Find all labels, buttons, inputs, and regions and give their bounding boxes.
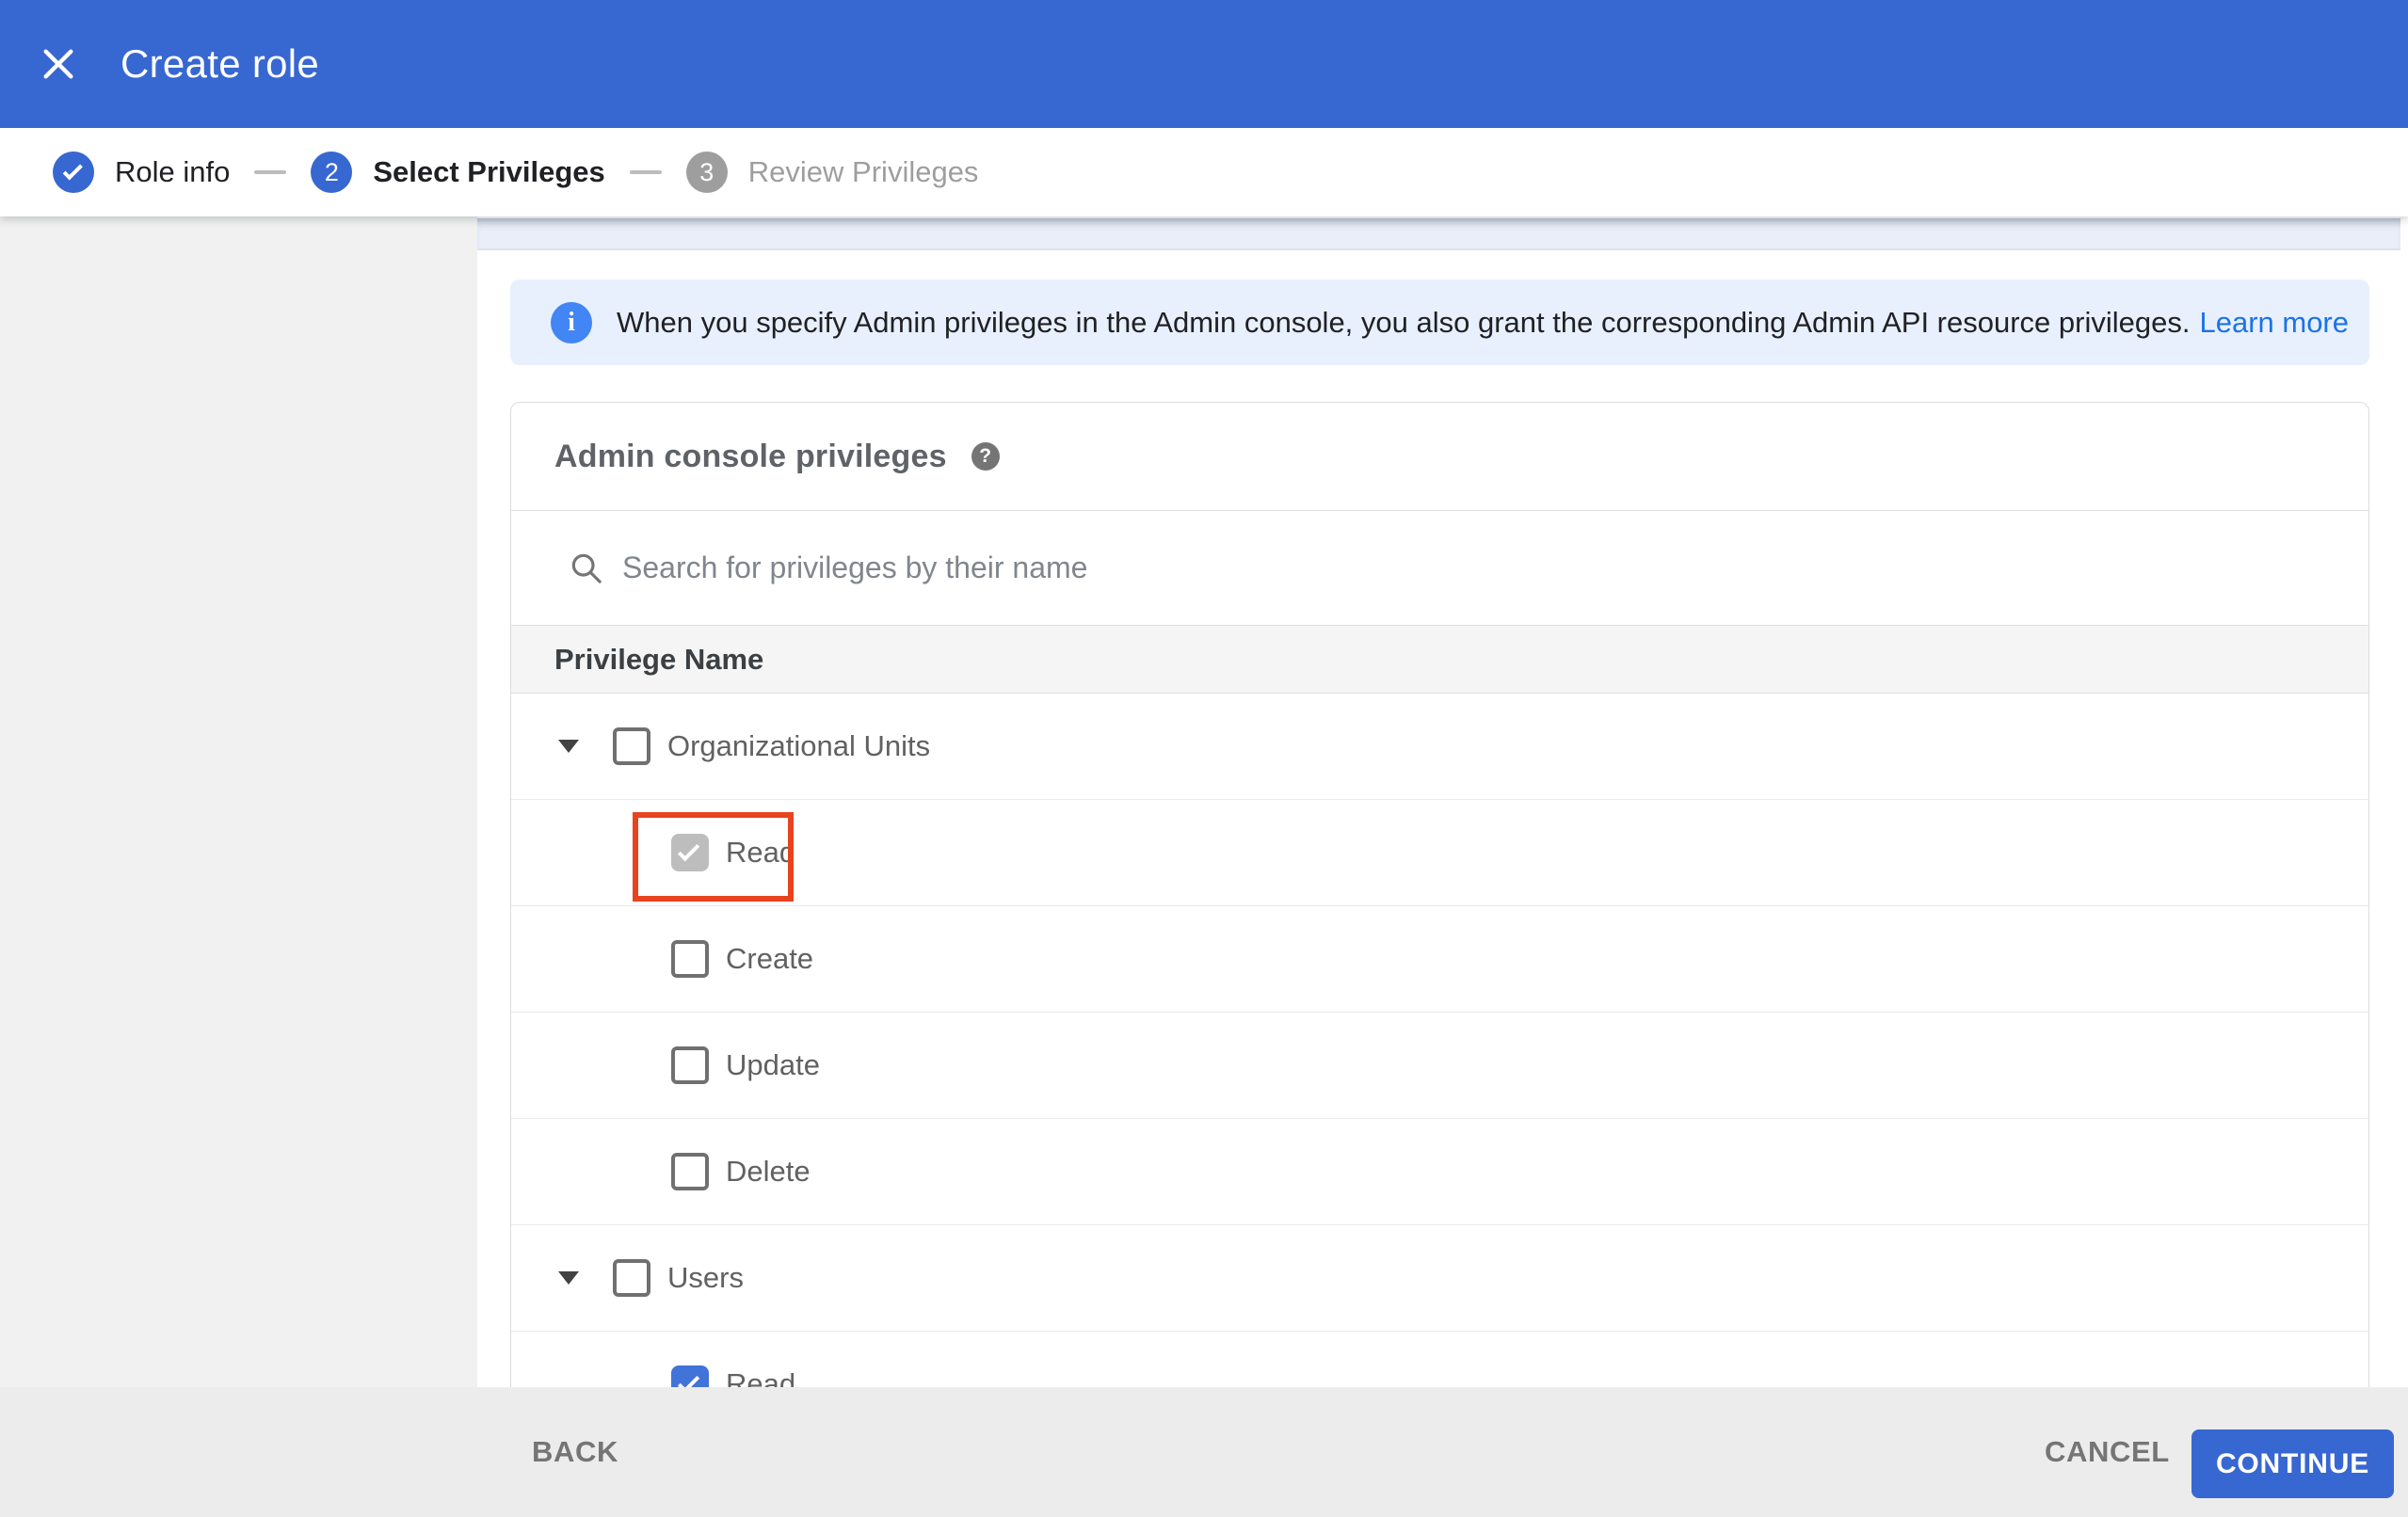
step-role-info[interactable]: Role info — [53, 152, 230, 193]
search-input[interactable] — [622, 551, 2034, 585]
checkbox-update[interactable] — [671, 1046, 709, 1084]
step-label: Review Privileges — [747, 155, 979, 188]
close-button[interactable] — [24, 30, 92, 98]
admin-console-privileges-card: Admin console privileges ? Privilege Nam… — [510, 402, 2369, 1387]
privilege-label: Read — [726, 1367, 796, 1387]
learn-more-link[interactable]: Learn more — [2199, 306, 2349, 340]
privilege-search-row — [511, 511, 2368, 626]
checkbox-create[interactable] — [671, 940, 709, 978]
table-row: Users — [511, 1225, 2368, 1332]
step-label: Role info — [115, 155, 231, 188]
checkbox-read-checked[interactable] — [671, 834, 709, 871]
footer-action-bar: BACK CANCEL CONTINUE — [0, 1387, 2408, 1517]
column-header-label: Privilege Name — [554, 642, 764, 676]
scrolled-content-strip — [477, 218, 2400, 250]
close-icon — [43, 49, 73, 79]
search-icon — [571, 553, 602, 583]
cancel-button[interactable]: CANCEL — [2045, 1387, 2170, 1517]
privilege-label: Update — [726, 1048, 820, 1081]
card-header: Admin console privileges ? — [511, 403, 2368, 511]
dialog-title: Create role — [120, 41, 320, 86]
checkbox-users-read-checked[interactable] — [671, 1365, 709, 1387]
card-title: Admin console privileges — [554, 438, 947, 474]
checkbox-organizational-units[interactable] — [613, 727, 650, 765]
privilege-label: Create — [726, 942, 814, 975]
step-review-privileges[interactable]: 3 Review Privileges — [685, 152, 979, 193]
step-divider — [629, 170, 662, 174]
check-icon — [677, 838, 700, 861]
checkbox-delete[interactable] — [671, 1153, 709, 1190]
privilege-label: Read — [726, 836, 796, 869]
collapse-arrow-icon[interactable] — [558, 740, 579, 753]
table-row: Organizational Units — [511, 694, 2368, 800]
left-panel — [0, 216, 477, 1387]
back-button[interactable]: BACK — [532, 1387, 618, 1517]
help-icon[interactable]: ? — [971, 442, 1000, 471]
info-banner: i When you specify Admin privileges in t… — [510, 279, 2369, 365]
step-number-circle: 3 — [685, 152, 728, 193]
privilege-label: Delete — [726, 1155, 811, 1188]
checkbox-users[interactable] — [613, 1259, 650, 1297]
check-icon — [62, 160, 83, 181]
step-number-circle: 2 — [311, 152, 353, 193]
privilege-label: Organizational Units — [667, 729, 931, 762]
step-select-privileges[interactable]: 2 Select Privileges — [311, 152, 605, 193]
table-row: Read — [511, 1332, 2368, 1387]
table-row: Update — [511, 1013, 2368, 1119]
table-row: Delete — [511, 1119, 2368, 1225]
step-complete-circle — [53, 152, 94, 193]
step-divider — [254, 170, 287, 174]
step-label: Select Privileges — [373, 155, 605, 188]
info-icon: i — [551, 301, 592, 343]
info-banner-text: When you specify Admin privileges in the… — [617, 305, 2191, 339]
create-role-dialog: Create role Role info 2 Select Privilege… — [0, 0, 2408, 1517]
stepper: Role info 2 Select Privileges 3 Review P… — [0, 128, 2408, 216]
continue-button[interactable]: CONTINUE — [2191, 1429, 2394, 1498]
collapse-arrow-icon[interactable] — [558, 1271, 579, 1285]
table-column-header: Privilege Name — [511, 626, 2368, 694]
table-row: Read — [511, 800, 2368, 906]
privilege-label: Users — [667, 1261, 744, 1294]
app-bar: Create role — [0, 0, 2408, 128]
table-row: Create — [511, 906, 2368, 1013]
check-icon — [677, 1370, 700, 1387]
